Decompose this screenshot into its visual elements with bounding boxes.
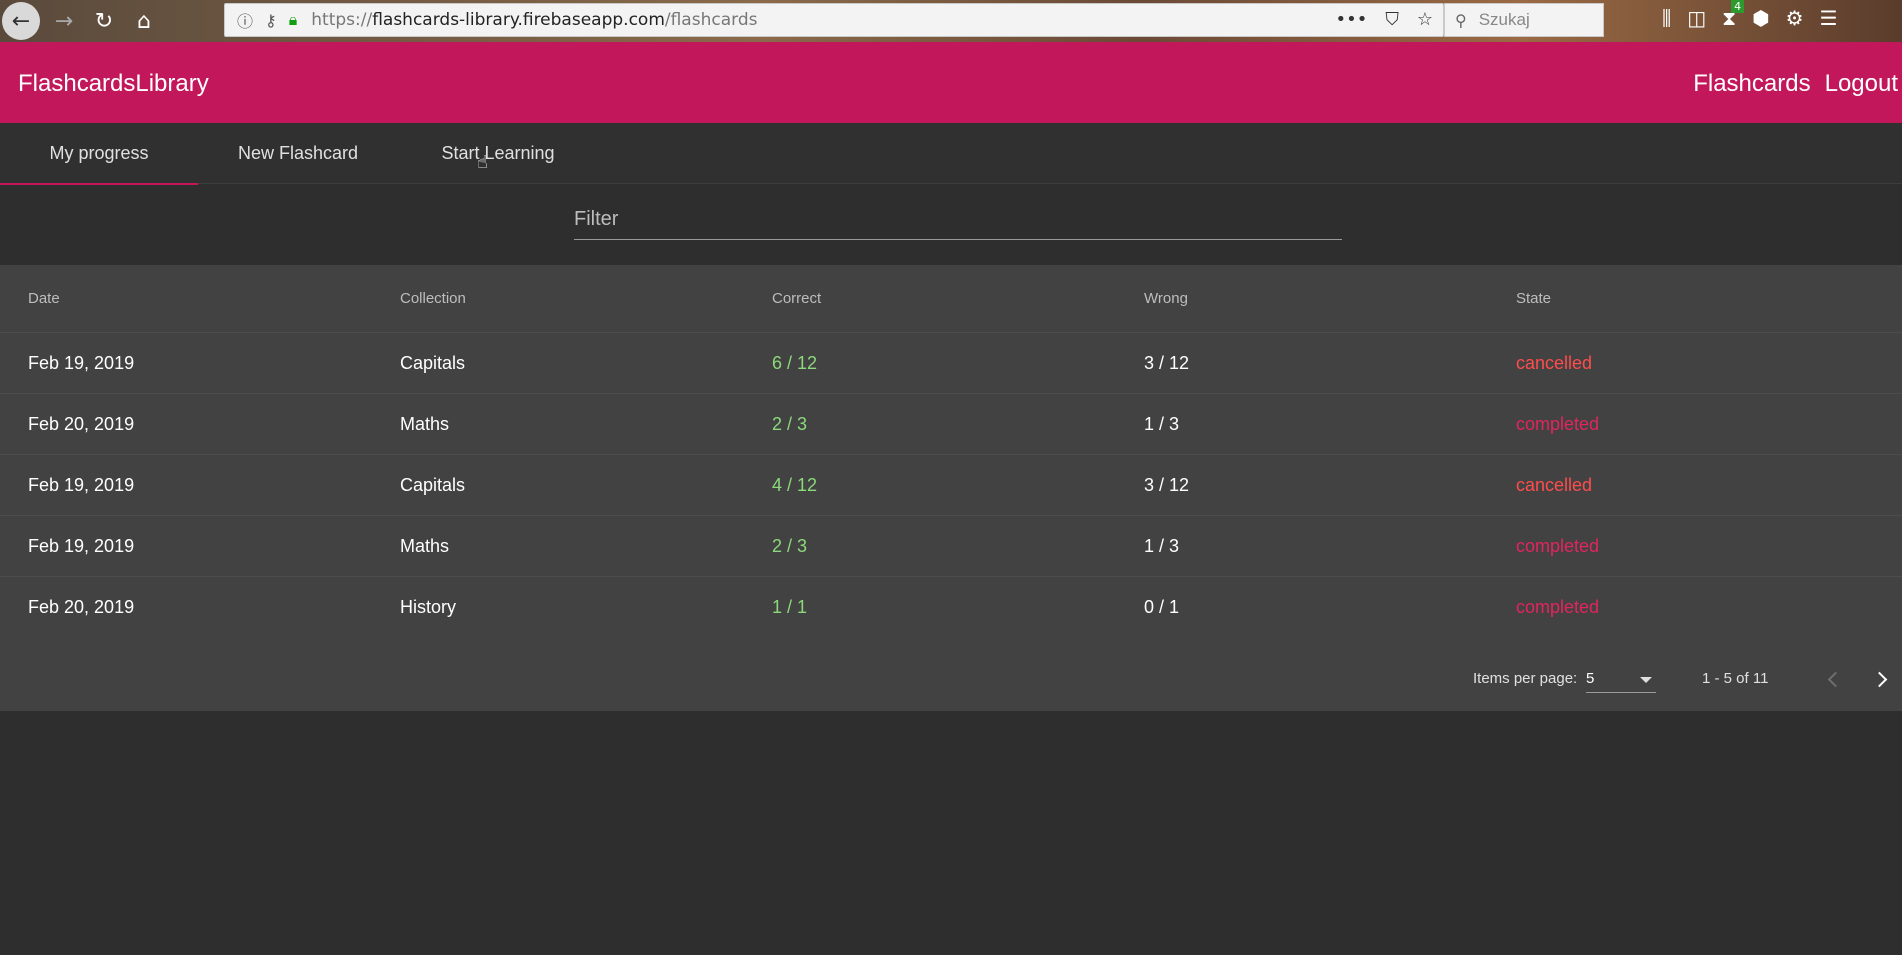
items-per-page-label: Items per page: bbox=[1473, 670, 1578, 687]
tab-start-learning[interactable]: Start Learning bbox=[398, 123, 598, 184]
app-header: FlashcardsLibrary Flashcards Logout bbox=[0, 42, 1902, 123]
table-row[interactable]: Feb 19, 2019 Capitals 4 / 12 3 / 12 canc… bbox=[0, 454, 1902, 515]
forward-arrow-icon[interactable]: → bbox=[44, 2, 84, 40]
cell-state: completed bbox=[1516, 596, 1600, 617]
menu-icon[interactable]: ☰ bbox=[1820, 6, 1838, 30]
cell-collection: History bbox=[400, 596, 457, 617]
progress-table: Date Collection Correct Wrong State Feb … bbox=[0, 265, 1902, 711]
table-row[interactable]: Feb 20, 2019 History 1 / 1 0 / 1 complet… bbox=[0, 576, 1902, 637]
timer-extension-icon[interactable]: ⧗ 4 bbox=[1722, 0, 1745, 30]
cell-state: cancelled bbox=[1516, 352, 1593, 373]
cell-wrong: 1 / 3 bbox=[1144, 535, 1180, 556]
cell-date: Feb 20, 2019 bbox=[28, 596, 135, 617]
cell-correct: 4 / 12 bbox=[772, 474, 818, 495]
browser-toolbar: ← → ↻ ⌂ ⓘ ⚷ 🔒︎ https://flashcards-librar… bbox=[0, 0, 1902, 42]
cell-collection: Maths bbox=[400, 535, 450, 556]
table-header-row: Date Collection Correct Wrong State bbox=[0, 265, 1902, 332]
page-range-label: 1 - 5 of 11 bbox=[1702, 670, 1769, 687]
settings-gear-icon[interactable]: ⚙ bbox=[1786, 6, 1804, 30]
cell-correct: 1 / 1 bbox=[772, 596, 808, 617]
url-text[interactable]: https://flashcards-library.firebaseapp.c… bbox=[311, 10, 757, 30]
column-header-correct[interactable]: Correct bbox=[772, 290, 821, 307]
cell-wrong: 0 / 1 bbox=[1144, 596, 1180, 617]
table-row[interactable]: Feb 20, 2019 Maths 2 / 3 1 / 3 completed bbox=[0, 393, 1902, 454]
bookmark-star-icon[interactable]: ☆ bbox=[1417, 9, 1433, 30]
key-icon[interactable]: ⚷ bbox=[265, 11, 277, 30]
browser-search-box[interactable]: ⚲ Szukaj bbox=[1444, 3, 1604, 37]
filter-field bbox=[574, 200, 1342, 240]
back-arrow-icon[interactable]: ← bbox=[2, 2, 40, 40]
chevron-left-icon bbox=[1827, 671, 1843, 687]
items-per-page-select[interactable]: 5 bbox=[1586, 665, 1656, 693]
table-row[interactable]: Feb 19, 2019 Maths 2 / 3 1 / 3 completed bbox=[0, 515, 1902, 576]
previous-page-button[interactable] bbox=[1812, 659, 1852, 699]
home-icon[interactable]: ⌂ bbox=[124, 2, 164, 40]
adblock-icon[interactable]: ⬢ bbox=[1752, 6, 1769, 30]
tab-new-flashcard[interactable]: New Flashcard bbox=[198, 123, 398, 184]
cell-collection: Capitals bbox=[400, 474, 466, 495]
next-page-button[interactable] bbox=[1862, 659, 1902, 699]
paginator: Items per page: 5 1 - 5 of 11 bbox=[0, 647, 1902, 711]
info-icon[interactable]: ⓘ bbox=[237, 8, 253, 32]
url-host: flashcards-library.firebaseapp.com bbox=[372, 10, 665, 30]
cell-state: completed bbox=[1516, 535, 1600, 556]
cell-wrong: 3 / 12 bbox=[1144, 474, 1190, 495]
chevron-right-icon bbox=[1871, 671, 1887, 687]
cell-correct: 2 / 3 bbox=[772, 413, 808, 434]
lock-icon[interactable]: 🔒︎ bbox=[289, 10, 298, 30]
search-placeholder: Szukaj bbox=[1478, 10, 1530, 29]
extension-badge: 4 bbox=[1731, 0, 1745, 13]
cell-date: Feb 20, 2019 bbox=[28, 413, 135, 434]
column-header-collection[interactable]: Collection bbox=[400, 290, 466, 307]
items-per-page-value: 5 bbox=[1586, 670, 1595, 687]
dropdown-caret-icon bbox=[1640, 677, 1652, 683]
nav-link-flashcards[interactable]: Flashcards bbox=[1693, 70, 1810, 98]
url-bar[interactable]: ⓘ ⚷ 🔒︎ https://flashcards-library.fireba… bbox=[224, 3, 1444, 37]
sidebar-icon[interactable]: ◫ bbox=[1687, 6, 1706, 30]
url-prefix: https:// bbox=[311, 10, 373, 30]
nav-link-logout[interactable]: Logout bbox=[1825, 70, 1898, 98]
cell-state: cancelled bbox=[1516, 474, 1593, 495]
reload-icon[interactable]: ↻ bbox=[84, 2, 124, 40]
table-row[interactable]: Feb 19, 2019 Capitals 6 / 12 3 / 12 canc… bbox=[0, 332, 1902, 393]
cell-wrong: 1 / 3 bbox=[1144, 413, 1180, 434]
column-header-wrong[interactable]: Wrong bbox=[1144, 290, 1188, 307]
cell-date: Feb 19, 2019 bbox=[28, 352, 135, 373]
url-path: /flashcards bbox=[664, 10, 758, 30]
library-icon[interactable]: ⫼ bbox=[1662, 6, 1671, 30]
cell-state: completed bbox=[1516, 413, 1600, 434]
pocket-icon[interactable]: ⛉ bbox=[1385, 9, 1399, 30]
cell-wrong: 3 / 12 bbox=[1144, 352, 1190, 373]
hand-cursor-icon: ☝ bbox=[477, 152, 488, 173]
cell-correct: 6 / 12 bbox=[772, 352, 818, 373]
tab-bar: My progress New Flashcard Start Learning bbox=[0, 123, 1902, 185]
cell-collection: Capitals bbox=[400, 352, 466, 373]
more-actions-icon[interactable]: ••• bbox=[1336, 9, 1368, 30]
column-header-state[interactable]: State bbox=[1516, 290, 1551, 307]
filter-input[interactable] bbox=[574, 200, 1342, 238]
cell-date: Feb 19, 2019 bbox=[28, 474, 135, 495]
cell-date: Feb 19, 2019 bbox=[28, 535, 135, 556]
column-header-date[interactable]: Date bbox=[28, 290, 60, 307]
cell-collection: Maths bbox=[400, 413, 450, 434]
brand-title[interactable]: FlashcardsLibrary bbox=[18, 70, 209, 98]
cell-correct: 2 / 3 bbox=[772, 535, 808, 556]
tab-my-progress[interactable]: My progress bbox=[0, 123, 198, 185]
search-icon: ⚲ bbox=[1455, 10, 1467, 30]
